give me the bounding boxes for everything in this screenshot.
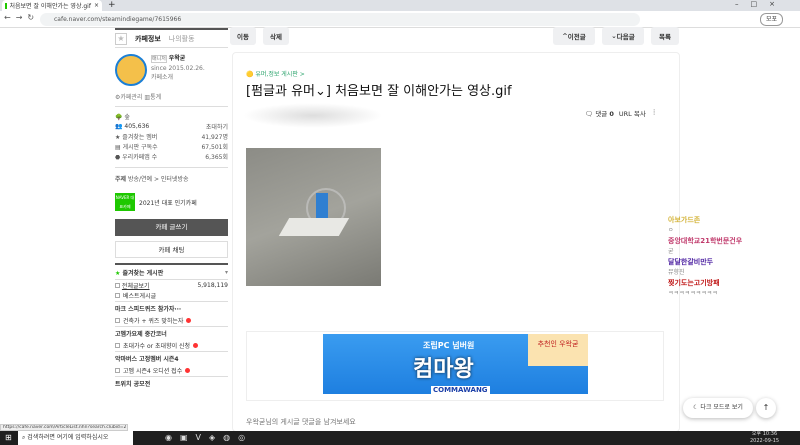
ad-badge: 추천인 우왁굳 [528,334,588,366]
topic-link[interactable]: 방송/연예 > 인터넷방송 [128,176,189,183]
list-button[interactable]: 목록 [651,27,679,45]
stat-row: ★ 즐겨찾는 멤버 41,927명 [115,133,228,141]
url-input[interactable]: cafe.naver.com/steamindiegame/7615966 [40,13,640,26]
stat-row: ▤ 게시판 구독수 67,501회 [115,143,228,151]
chat-panel: 아보가드존 ㅇ 중앙대학교21학번문건우굳 달달한갈비만두뮤향진 찢기도는고기방패… [668,215,793,299]
chat-username[interactable]: 중앙대학교21학번문건우 [668,236,793,246]
favorites-header[interactable]: 즐겨찾는 게시판 [122,270,163,277]
cafe-intro-link[interactable]: 카페소개 [151,74,173,81]
close-tab-icon[interactable]: × [94,2,99,9]
new-badge-icon [185,368,191,373]
new-badge-icon [193,343,199,348]
menu-item[interactable]: 건축가 + 퀴즈 맞히는자 [123,316,183,325]
move-button[interactable]: 이동 [230,27,256,45]
window-controls[interactable]: –□× [735,0,787,8]
address-bar-row: ←→↻ cafe.naver.com/steamindiegame/761596… [0,11,800,28]
chat-message: 굳 [668,248,674,255]
menu-item[interactable]: 고멤 시즌4 오디션 접수 [123,366,182,375]
chat-username[interactable]: 아보가드존 [668,215,793,225]
ad-box: 조립PC 넘버원 컴마왕 추천인 우왁굳 COMMAWANG [246,331,664,401]
clock-date[interactable]: 2022-09-15 [750,438,779,445]
tab-bar: 처음보면 잘 이해안가는 영상.gif × + –□× [0,0,800,11]
taskbar: ⊞ ⌕ 검색하려면 여기에 입력하십시오 ◉▣V◈◍◎ 오후 10:36 2022… [0,431,800,445]
tab-my-activity[interactable]: 나의활동 [169,34,195,44]
naver-badge: NAVER 대표카페 [115,193,135,211]
article-title: [펌글과 유머⌄] 처음보면 잘 이해안가는 영상.gif [246,84,512,99]
clock-time[interactable]: 오후 10:36 [750,431,779,438]
manager-badge: 매니저 [151,55,167,63]
stats-link[interactable]: 통계 [150,94,161,101]
board-link[interactable]: 🟡 유머,정보 게시판 > [246,69,305,78]
stat-row: ⬣ 우리카페앱 수 6,365회 [115,153,228,161]
nav-buttons-icon[interactable]: ←→↻ [4,13,39,22]
next-button[interactable]: ⌄ 다음글 [602,27,644,45]
new-tab-icon[interactable]: + [108,0,116,10]
chat-message: ㅋㅋㅋㅋㅋㅋㅋㅋㅋ [668,290,718,297]
all-posts-count: 5,918,119 [197,281,228,289]
naver-favicon-icon [5,2,7,9]
chat-username[interactable]: 달달한갈비만두 [668,257,793,267]
comment-prompt[interactable]: 우왁굳님의 게시글 댓글을 남겨보세요 [246,417,356,427]
menu-item[interactable]: 초대가수 or 초대향이 신청 [123,341,190,350]
taskbar-search-input[interactable]: ⌕ 검색하려면 여기에 입력하십시오 [18,431,133,445]
chat-message: ㅇ [668,227,674,234]
windows-start-icon[interactable]: ⊞ [5,433,12,442]
cafe-avatar [115,54,147,86]
article-card: 🟡 유머,정보 게시판 > [펌글과 유머⌄] 처음보면 잘 이해안가는 영상.… [232,52,680,432]
menu-group-title: 고멤가요제 중간코너 [115,326,228,340]
cafe-sidebar: ★ 카페정보 나의활동 매니저 우왁굳 since 2015.02.26. 카페소개… [115,28,228,390]
award-text: 2021년 대표 인기카페 [139,199,197,207]
write-button[interactable]: 카페 글쓰기 [115,219,228,236]
tab-cafe-info[interactable]: 카페정보 [135,34,161,44]
more-icon[interactable]: ⋮ [651,108,658,118]
topic-label: 주제 [115,176,127,183]
level-label: 🌳 숲 [115,113,130,121]
ad-title: 컴마왕 [413,357,474,382]
new-badge-icon [186,318,192,323]
cafe-manage-link[interactable]: 카페관리 [120,94,142,101]
prev-button[interactable]: ^ 이전글 [553,27,595,45]
ad-banner[interactable]: 조립PC 넘버원 컴마왕 추천인 우왁굳 COMMAWANG [323,334,588,394]
invite-link[interactable]: 초대하기 [206,122,228,131]
scroll-top-icon[interactable]: ↑ [756,398,776,418]
profile-button[interactable]: 모포 [760,13,784,26]
menu-group-title: 악마버스 고정멤버 시즌4 [115,351,228,365]
manager-name[interactable]: 우왁굳 [169,55,186,62]
author-info-blurred [243,103,383,128]
chat-button[interactable]: 카페 채팅 [115,241,228,258]
delete-button[interactable]: 삭제 [263,27,289,45]
menu-group-title: 마크 스피드퀴즈 참가자··· [115,301,228,315]
comment-link[interactable]: 🗨 댓글 0 [585,108,614,118]
tab-title: 처음보면 잘 이해안가는 영상.gif [9,3,91,10]
ad-brand: COMMAWANG [431,386,490,394]
status-url: https://cafe.naver.com/ArticleList.nhn?s… [0,424,128,431]
article-gif-image[interactable] [246,148,381,286]
star-icon[interactable]: ★ [115,32,127,45]
members-icon: 👥 [115,122,123,130]
since-date: since 2015.02.26. [151,65,205,72]
menu-group-title: 트위치 공모전 [115,376,228,390]
browser-tab[interactable]: 처음보면 잘 이해안가는 영상.gif × [2,0,102,11]
taskbar-apps-icons[interactable]: ◉▣V◈◍◎ [165,433,253,442]
member-count: 405,636 [124,122,150,130]
chat-username[interactable]: 찢기도는고기방패 [668,278,793,288]
dark-mode-button[interactable]: ☾ 다크 모드로 보기 [683,398,753,418]
all-posts-link[interactable]: 전체글보기 [122,283,150,290]
ad-subtitle: 조립PC 넘버원 [423,341,475,350]
url-copy-button[interactable]: URL 복사 [619,108,646,118]
chat-message: 뮤향진 [668,269,685,276]
best-posts-link[interactable]: 베스트게시글 [123,291,156,300]
